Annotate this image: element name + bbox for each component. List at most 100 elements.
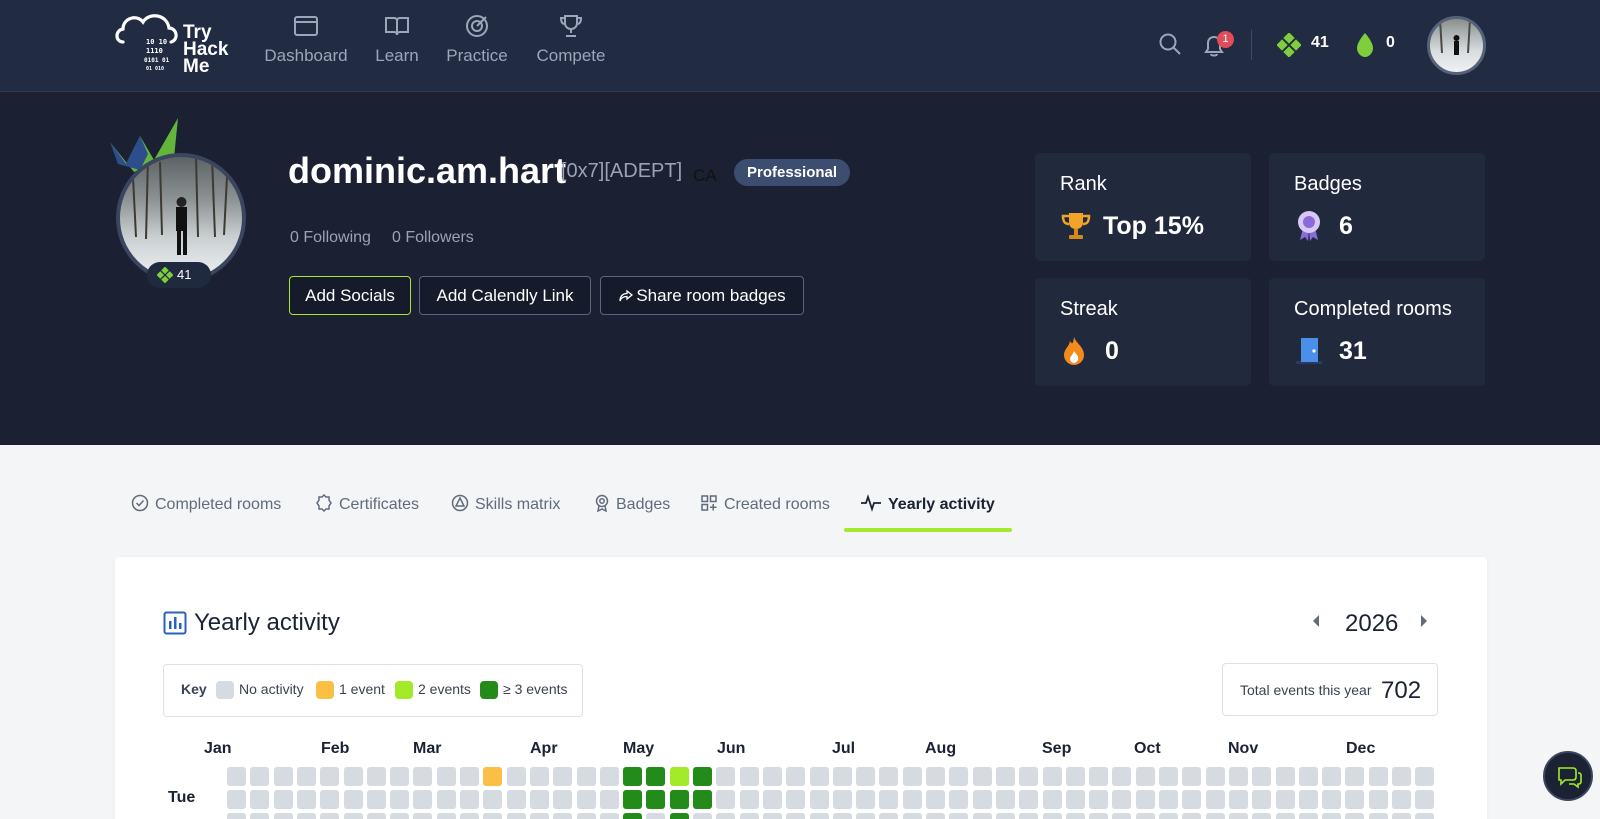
activity-cell[interactable] — [949, 767, 968, 786]
activity-cell[interactable] — [693, 813, 712, 819]
activity-cell[interactable] — [763, 767, 782, 786]
activity-cell[interactable] — [973, 813, 992, 819]
activity-cell[interactable] — [367, 790, 386, 809]
activity-cell[interactable] — [996, 767, 1015, 786]
nav-avatar[interactable] — [1427, 16, 1486, 75]
activity-cell[interactable] — [1369, 790, 1388, 809]
activity-cell[interactable] — [1159, 767, 1178, 786]
activity-cell[interactable] — [1043, 767, 1062, 786]
activity-cell[interactable] — [390, 790, 409, 809]
activity-cell[interactable] — [1206, 790, 1225, 809]
nav-practice[interactable]: Practice — [432, 14, 522, 66]
nav-compete[interactable]: Compete — [526, 14, 616, 66]
activity-cell[interactable] — [274, 767, 293, 786]
activity-cell[interactable] — [1159, 813, 1178, 819]
activity-cell[interactable] — [1229, 767, 1248, 786]
activity-cell[interactable] — [1392, 813, 1411, 819]
activity-cell[interactable] — [1322, 813, 1341, 819]
activity-cell[interactable] — [1299, 813, 1318, 819]
activity-cell[interactable] — [1136, 790, 1155, 809]
followers-link[interactable]: 0 Followers — [392, 229, 474, 247]
nav-learn[interactable]: Learn — [352, 14, 442, 66]
activity-cell[interactable] — [996, 790, 1015, 809]
activity-cell[interactable] — [856, 813, 875, 819]
activity-cell[interactable] — [1182, 813, 1201, 819]
activity-cell[interactable] — [1276, 790, 1295, 809]
activity-cell[interactable] — [1112, 813, 1131, 819]
activity-cell[interactable] — [646, 813, 665, 819]
activity-cell[interactable] — [1066, 790, 1085, 809]
activity-cell[interactable] — [693, 790, 712, 809]
activity-cell[interactable] — [1392, 767, 1411, 786]
activity-cell[interactable] — [670, 813, 689, 819]
activity-cell[interactable] — [1322, 767, 1341, 786]
activity-cell[interactable] — [903, 790, 922, 809]
activity-cell[interactable] — [1369, 767, 1388, 786]
activity-cell[interactable] — [903, 813, 922, 819]
activity-cell[interactable] — [786, 767, 805, 786]
activity-cell[interactable] — [320, 790, 339, 809]
activity-cell[interactable] — [810, 790, 829, 809]
activity-cell[interactable] — [250, 790, 269, 809]
activity-cell[interactable] — [1136, 813, 1155, 819]
activity-cell[interactable] — [879, 813, 898, 819]
activity-cell[interactable] — [413, 813, 432, 819]
activity-cell[interactable] — [227, 790, 246, 809]
activity-cell[interactable] — [973, 790, 992, 809]
tab-certificates[interactable]: Certificates — [315, 493, 419, 516]
activity-cell[interactable] — [1019, 790, 1038, 809]
activity-cell[interactable] — [740, 813, 759, 819]
activity-cell[interactable] — [763, 813, 782, 819]
activity-cell[interactable] — [530, 790, 549, 809]
activity-cell[interactable] — [1252, 813, 1271, 819]
activity-cell[interactable] — [437, 813, 456, 819]
next-year-arrow-icon[interactable] — [1419, 614, 1429, 633]
activity-cell[interactable] — [1159, 790, 1178, 809]
activity-cell[interactable] — [390, 813, 409, 819]
activity-cell[interactable] — [1066, 767, 1085, 786]
activity-cell[interactable] — [413, 790, 432, 809]
activity-cell[interactable] — [879, 767, 898, 786]
activity-cell[interactable] — [973, 767, 992, 786]
activity-cell[interactable] — [1276, 813, 1295, 819]
activity-cell[interactable] — [437, 790, 456, 809]
activity-cell[interactable] — [1252, 767, 1271, 786]
activity-cell[interactable] — [1252, 790, 1271, 809]
activity-cell[interactable] — [623, 813, 642, 819]
activity-cell[interactable] — [670, 767, 689, 786]
activity-cell[interactable] — [786, 813, 805, 819]
activity-cell[interactable] — [1112, 790, 1131, 809]
activity-cell[interactable] — [344, 813, 363, 819]
activity-cell[interactable] — [297, 767, 316, 786]
activity-cell[interactable] — [1322, 790, 1341, 809]
activity-cell[interactable] — [646, 767, 665, 786]
activity-cell[interactable] — [623, 790, 642, 809]
activity-cell[interactable] — [856, 790, 875, 809]
activity-cell[interactable] — [1182, 790, 1201, 809]
activity-cell[interactable] — [577, 767, 596, 786]
activity-cell[interactable] — [1136, 767, 1155, 786]
activity-cell[interactable] — [1019, 767, 1038, 786]
activity-cell[interactable] — [1415, 813, 1434, 819]
activity-cell[interactable] — [320, 813, 339, 819]
tab-skills-matrix[interactable]: Skills matrix — [451, 494, 560, 516]
activity-cell[interactable] — [507, 813, 526, 819]
activity-cell[interactable] — [1299, 767, 1318, 786]
activity-cell[interactable] — [740, 790, 759, 809]
activity-cell[interactable] — [926, 813, 945, 819]
activity-cell[interactable] — [507, 790, 526, 809]
activity-cell[interactable] — [1345, 813, 1364, 819]
activity-cell[interactable] — [344, 767, 363, 786]
activity-cell[interactable] — [507, 767, 526, 786]
activity-cell[interactable] — [856, 767, 875, 786]
activity-cell[interactable] — [949, 813, 968, 819]
activity-cell[interactable] — [1089, 767, 1108, 786]
activity-cell[interactable] — [274, 790, 293, 809]
previous-year-arrow-icon[interactable] — [1311, 614, 1321, 633]
activity-cell[interactable] — [274, 813, 293, 819]
activity-cell[interactable] — [553, 790, 572, 809]
activity-cell[interactable] — [600, 790, 619, 809]
activity-cell[interactable] — [250, 813, 269, 819]
activity-cell[interactable] — [926, 767, 945, 786]
activity-cell[interactable] — [577, 790, 596, 809]
